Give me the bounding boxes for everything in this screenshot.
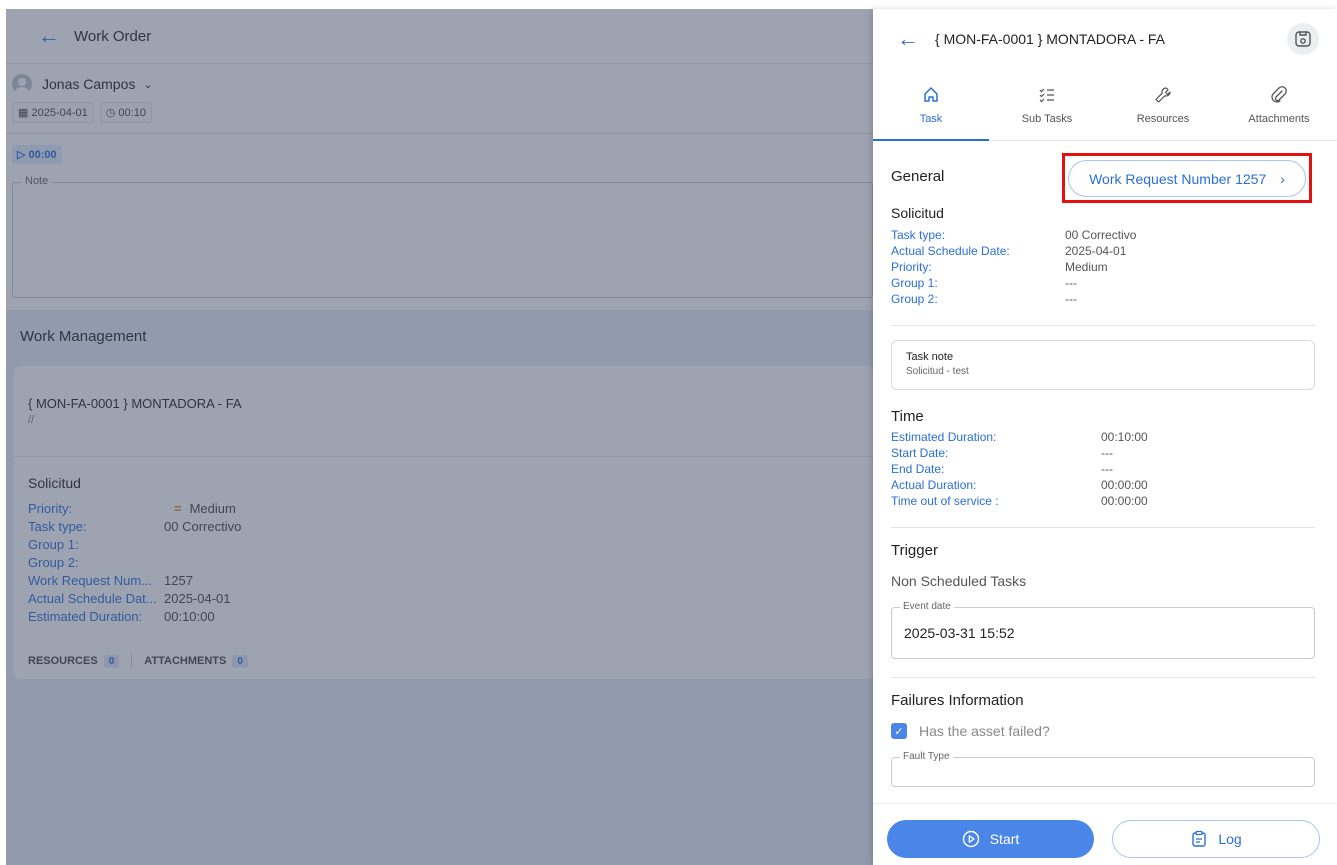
- task-note-card[interactable]: Task note Solicitud - test: [891, 340, 1315, 390]
- detail-row: End Date: ---: [891, 462, 1113, 476]
- event-date-value: 2025-03-31 15:52: [904, 625, 1015, 641]
- app: ← Work Order Jonas Campos ⌄ ▦ 2025-04-01…: [6, 9, 1337, 865]
- task-detail-panel: ← { MON-FA-0001 } MONTADORA - FA Task Su…: [873, 9, 1337, 865]
- divider: [891, 527, 1315, 528]
- event-date-label: Event date: [900, 601, 954, 612]
- modal-backdrop[interactable]: [6, 9, 873, 865]
- tab-task[interactable]: Task: [873, 69, 989, 140]
- detail-row: Task type:00 Correctivo: [891, 228, 1137, 242]
- play-circle-icon: [962, 830, 979, 848]
- log-label: Log: [1218, 831, 1242, 847]
- home-icon: [924, 86, 938, 102]
- save-icon: [1295, 31, 1311, 47]
- work-order-pane: ← Work Order Jonas Campos ⌄ ▦ 2025-04-01…: [6, 9, 873, 865]
- panel-header: ← { MON-FA-0001 } MONTADORA - FA: [873, 9, 1337, 69]
- tab-bar: Task Sub Tasks Resources Attachments: [873, 69, 1337, 141]
- back-arrow-icon[interactable]: ←: [897, 28, 919, 50]
- detail-row: Estimated Duration:00:10:00: [891, 430, 1148, 444]
- task-note-title: Task note: [906, 351, 954, 363]
- detail-row: Actual Schedule Date: 2025-04-01: [891, 244, 1127, 258]
- event-date-field[interactable]: Event date 2025-03-31 15:52: [891, 601, 1315, 659]
- detail-row: Priority: Medium: [891, 260, 1108, 274]
- checkbox-checked-icon[interactable]: ✓: [891, 723, 907, 739]
- wrench-icon: [1155, 86, 1171, 103]
- time-details: Estimated Duration: 00:10:00 Start Date: -…: [891, 429, 1315, 509]
- general-title: General: [891, 168, 945, 185]
- tab-label: Task: [919, 112, 943, 125]
- save-button[interactable]: [1287, 23, 1319, 55]
- detail-row: Group 1: ---: [891, 276, 1077, 290]
- tab-resources[interactable]: Resources: [1105, 69, 1221, 140]
- fault-type-label: Fault Type: [900, 751, 953, 762]
- start-label: Start: [989, 831, 1020, 847]
- general-header: General Work Request Number 1257 ›: [891, 141, 1315, 203]
- divider: [891, 325, 1315, 326]
- trigger-value: Non Scheduled Tasks: [891, 573, 1027, 589]
- divider: [891, 677, 1315, 678]
- detail-row: Group 2: ---: [891, 292, 1077, 306]
- fault-type-field[interactable]: Fault Type: [891, 751, 1315, 787]
- detail-row: Start Date: ---: [891, 446, 1113, 460]
- action-bar: Start Log: [873, 803, 1337, 865]
- panel-title: { MON-FA-0001 } MONTADORA - FA: [935, 31, 1166, 47]
- task-content[interactable]: General Work Request Number 1257 › Solic…: [873, 141, 1337, 803]
- tab-sub-tasks[interactable]: Sub Tasks: [989, 69, 1105, 140]
- solicitud-details: Task type: 00 Correctivo Actual Schedule …: [891, 227, 1315, 307]
- task-note-value: Solicitud - test: [906, 366, 969, 377]
- solicitud-title: Solicitud: [891, 205, 944, 221]
- detail-row: Time out of service :00:00:00: [891, 494, 1148, 508]
- asset-failed-checkbox-row[interactable]: ✓ Has the asset failed?: [891, 723, 1315, 739]
- checklist-icon: [1039, 88, 1054, 102]
- tab-label: Resources: [1136, 112, 1190, 125]
- clipboard-icon: [1192, 830, 1207, 847]
- start-button[interactable]: Start: [887, 820, 1094, 858]
- highlight-box: [1062, 153, 1312, 203]
- log-button[interactable]: Log: [1112, 820, 1320, 858]
- tab-attachments[interactable]: Attachments: [1221, 69, 1337, 140]
- tab-label: Sub Tasks: [1021, 112, 1073, 125]
- tab-label: Attachments: [1248, 112, 1310, 125]
- detail-row: Actual Duration: 00:00:00: [891, 478, 1148, 492]
- failures-title: Failures Information: [891, 692, 1024, 709]
- time-title: Time: [891, 408, 924, 425]
- paperclip-icon: [1271, 85, 1287, 103]
- asset-failed-label: Has the asset failed?: [919, 723, 1050, 739]
- trigger-title: Trigger: [891, 542, 938, 559]
